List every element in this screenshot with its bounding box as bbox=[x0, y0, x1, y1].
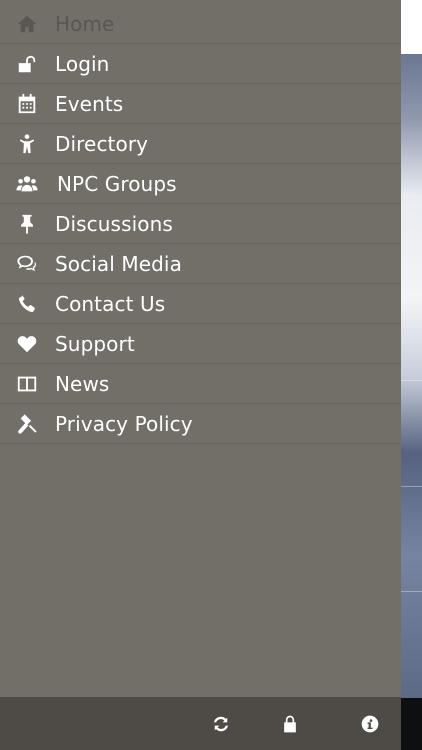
background-divider bbox=[400, 486, 422, 487]
menu-item-news[interactable]: News bbox=[0, 364, 401, 404]
menu-item-support[interactable]: Support bbox=[0, 324, 401, 364]
menu-item-label: Home bbox=[55, 11, 115, 36]
menu-item-label: Events bbox=[55, 91, 124, 116]
menu-item-events[interactable]: Events bbox=[0, 84, 401, 124]
book-icon bbox=[15, 372, 39, 396]
menu-item-label: Social Media bbox=[55, 251, 182, 276]
pushpin-icon bbox=[15, 212, 39, 236]
home-icon bbox=[15, 12, 39, 36]
menu-item-label: Support bbox=[55, 331, 135, 356]
menu-item-social-media[interactable]: Social Media bbox=[0, 244, 401, 284]
background-hero-image bbox=[400, 54, 422, 698]
gavel-icon bbox=[15, 412, 39, 436]
background-divider bbox=[400, 591, 422, 592]
phone-icon bbox=[15, 292, 39, 316]
menu-item-label: NPC Groups bbox=[57, 171, 177, 196]
menu-item-login[interactable]: Login bbox=[0, 44, 401, 84]
lock-icon[interactable] bbox=[278, 712, 302, 736]
menu-item-label: Contact Us bbox=[55, 291, 166, 316]
menu-item-privacy-policy[interactable]: Privacy Policy bbox=[0, 404, 401, 444]
menu-item-label: Privacy Policy bbox=[55, 411, 193, 436]
menu-item-contact-us[interactable]: Contact Us bbox=[0, 284, 401, 324]
background-tab-bar bbox=[400, 698, 422, 750]
menu-item-directory[interactable]: Directory bbox=[0, 124, 401, 164]
unlock-icon bbox=[15, 52, 39, 76]
menu-item-home[interactable]: Home bbox=[0, 4, 401, 44]
menu-item-label: News bbox=[55, 371, 110, 396]
drawer-footer bbox=[0, 697, 401, 750]
menu-item-npc-groups[interactable]: NPC Groups bbox=[0, 164, 401, 204]
calendar-icon bbox=[15, 92, 39, 116]
menu-item-label: Login bbox=[55, 51, 110, 76]
side-drawer: Home Login Events Directory NPC Groups D… bbox=[0, 0, 401, 750]
drawer-menu: Home Login Events Directory NPC Groups D… bbox=[0, 0, 401, 444]
person-icon bbox=[15, 132, 39, 156]
menu-item-discussions[interactable]: Discussions bbox=[0, 204, 401, 244]
refresh-icon[interactable] bbox=[209, 712, 233, 736]
background-divider bbox=[400, 380, 422, 381]
info-icon[interactable] bbox=[358, 712, 382, 736]
heart-icon bbox=[15, 332, 39, 356]
menu-item-label: Directory bbox=[55, 131, 149, 156]
menu-item-label: Discussions bbox=[55, 211, 173, 236]
chat-bubbles-icon bbox=[15, 252, 39, 276]
users-icon bbox=[15, 172, 39, 196]
